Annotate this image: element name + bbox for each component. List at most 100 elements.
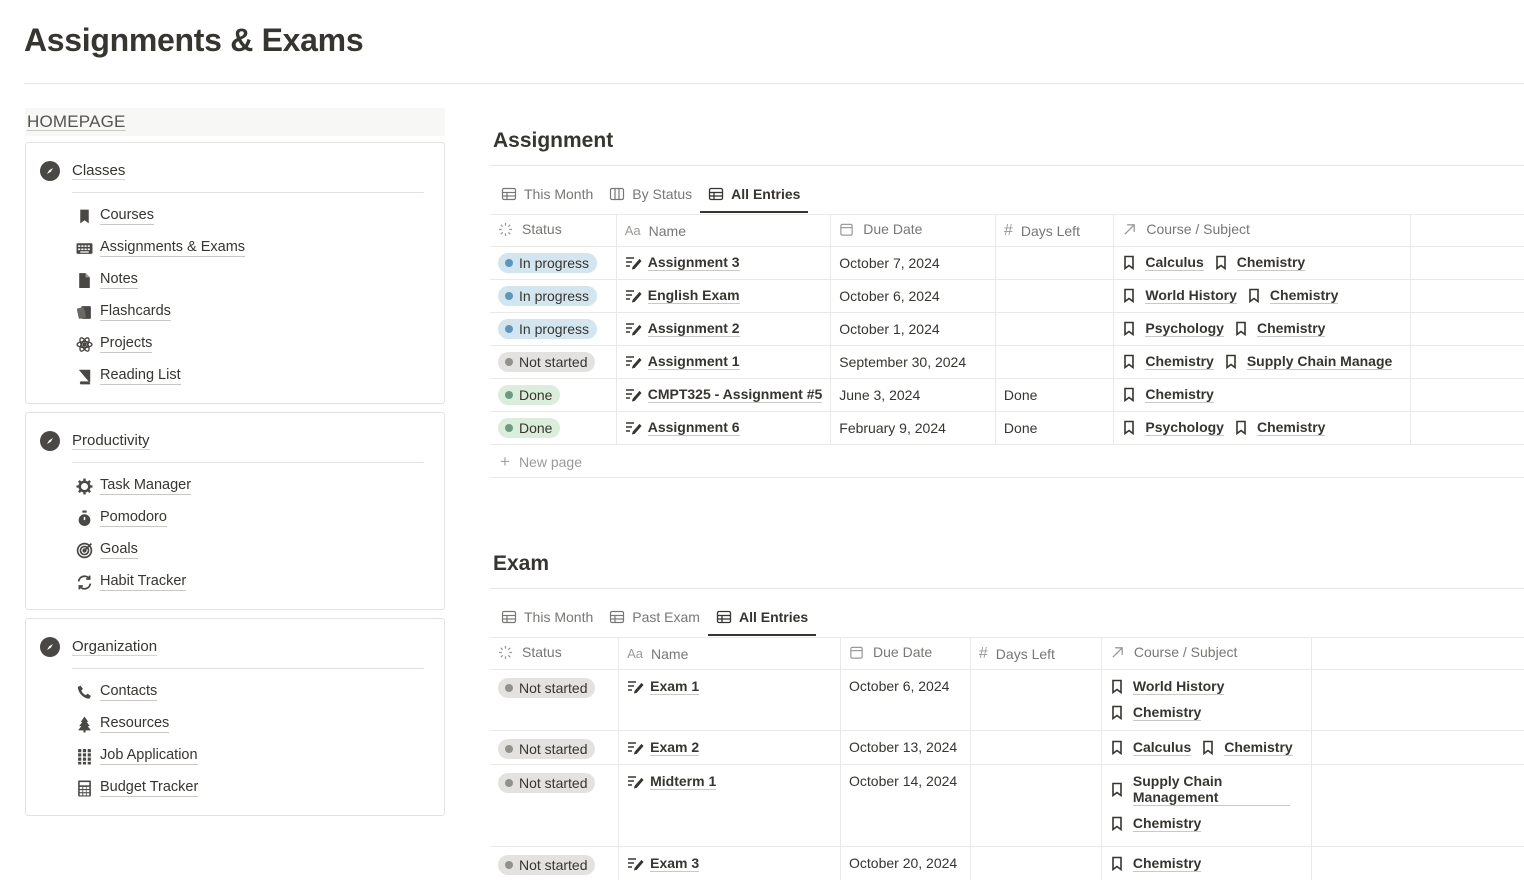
name-cell[interactable]: Exam 1 bbox=[618, 669, 842, 731]
column-header-name[interactable]: Aa Name bbox=[616, 214, 832, 247]
course-subject-cell[interactable]: Chemistry bbox=[1113, 378, 1412, 412]
name-cell[interactable]: English Exam bbox=[616, 279, 832, 313]
name-cell[interactable]: Exam 3 bbox=[618, 846, 842, 880]
page-name-link[interactable]: English Exam bbox=[647, 287, 740, 304]
days-left-cell[interactable]: Done bbox=[995, 378, 1115, 412]
status-cell[interactable]: In progress bbox=[490, 312, 617, 346]
name-cell[interactable]: Assignment 6 bbox=[616, 411, 832, 445]
days-left-cell[interactable] bbox=[970, 764, 1102, 847]
sidebar-item-habit-tracker[interactable]: Habit Tracker bbox=[74, 571, 187, 593]
page-name-link[interactable]: Assignment 6 bbox=[647, 419, 740, 436]
status-cell[interactable]: Not started bbox=[490, 345, 617, 379]
column-header-status[interactable]: Status bbox=[490, 214, 617, 247]
new-page-button[interactable]: + New page bbox=[500, 452, 582, 472]
column-header-course-subject[interactable]: Course / Subject bbox=[1101, 637, 1312, 670]
course-relation-link[interactable]: Chemistry bbox=[1201, 739, 1293, 756]
name-cell[interactable]: Assignment 2 bbox=[616, 312, 832, 346]
tab-this-month[interactable]: This Month bbox=[493, 176, 601, 212]
course-relation-link[interactable]: Calculus bbox=[1110, 739, 1192, 756]
status-cell[interactable]: Not started bbox=[490, 764, 620, 847]
status-cell[interactable]: Done bbox=[490, 411, 617, 445]
page-name-link[interactable]: Exam 2 bbox=[650, 739, 700, 756]
table-row[interactable]: Not started Exam 1 October 6, 2024 World Hi… bbox=[490, 669, 1524, 731]
course-relation-link[interactable]: Supply Chain Management bbox=[1110, 773, 1290, 806]
sidebar-item-pomodoro[interactable]: Pomodoro bbox=[74, 507, 167, 529]
course-subject-cell[interactable]: Calculus Chemistry bbox=[1113, 246, 1412, 280]
course-subject-cell[interactable]: Calculus Chemistry bbox=[1101, 730, 1312, 765]
due-date-cell[interactable]: September 30, 2024 bbox=[830, 345, 996, 379]
course-relation-link[interactable]: Chemistry bbox=[1247, 287, 1339, 304]
course-relation-link[interactable]: World History bbox=[1122, 287, 1237, 304]
sidebar-item-flashcards[interactable]: Flashcards bbox=[74, 301, 171, 323]
status-cell[interactable]: In progress bbox=[490, 279, 617, 313]
status-cell[interactable]: Not started bbox=[490, 846, 620, 880]
table-row[interactable]: Not started Assignment 1 September 30, 202… bbox=[490, 345, 1524, 379]
sidebar-item-courses[interactable]: Courses bbox=[74, 205, 154, 227]
table-row[interactable]: Done CMPT325 - Assignment #5 June 3, 2024 D… bbox=[490, 378, 1524, 412]
days-left-cell[interactable] bbox=[995, 312, 1115, 346]
days-left-cell[interactable] bbox=[970, 846, 1102, 880]
course-relation-link[interactable]: Supply Chain Manage bbox=[1224, 353, 1393, 370]
table-row[interactable]: Not started Exam 3 October 20, 2024 Chemist… bbox=[490, 846, 1524, 880]
sidebar-item-budget-tracker[interactable]: Budget Tracker bbox=[74, 777, 199, 799]
name-cell[interactable]: Midterm 1 bbox=[618, 764, 842, 847]
homepage-link[interactable]: HOMEPAGE bbox=[25, 108, 445, 136]
sidebar-item-task-manager[interactable]: Task Manager bbox=[74, 475, 192, 497]
column-header-due-date[interactable]: Due Date bbox=[830, 214, 996, 247]
due-date-cell[interactable]: June 3, 2024 bbox=[830, 378, 996, 412]
tab-by-status[interactable]: By Status bbox=[601, 176, 700, 212]
sidebar-item-projects[interactable]: Projects bbox=[74, 333, 153, 355]
course-subject-cell[interactable]: World History Chemistry bbox=[1101, 669, 1312, 731]
table-row[interactable]: Done Assignment 6 February 9, 2024 Done Psyc… bbox=[490, 411, 1524, 445]
days-left-cell[interactable] bbox=[995, 246, 1115, 280]
due-date-cell[interactable]: October 13, 2024 bbox=[840, 730, 971, 765]
column-header-name[interactable]: Aa Name bbox=[618, 637, 842, 670]
card-header[interactable]: Organization bbox=[40, 637, 158, 657]
name-cell[interactable]: Assignment 3 bbox=[616, 246, 832, 280]
course-relation-link[interactable]: Chemistry bbox=[1110, 815, 1290, 832]
course-relation-link[interactable]: Chemistry bbox=[1110, 855, 1290, 872]
due-date-cell[interactable]: October 7, 2024 bbox=[830, 246, 996, 280]
page-name-link[interactable]: Midterm 1 bbox=[650, 773, 717, 790]
days-left-cell[interactable] bbox=[995, 279, 1115, 313]
course-subject-cell[interactable]: World History Chemistry bbox=[1113, 279, 1412, 313]
page-name-link[interactable]: Assignment 1 bbox=[647, 353, 740, 370]
status-cell[interactable]: Not started bbox=[490, 669, 620, 731]
page-name-link[interactable]: Exam 1 bbox=[650, 678, 700, 695]
table-row[interactable]: In progress Assignment 3 October 7, 2024 Ca… bbox=[490, 246, 1524, 280]
due-date-cell[interactable]: October 1, 2024 bbox=[830, 312, 996, 346]
due-date-cell[interactable]: October 6, 2024 bbox=[830, 279, 996, 313]
column-header-course-subject[interactable]: Course / Subject bbox=[1113, 214, 1412, 247]
card-header[interactable]: Classes bbox=[40, 161, 126, 181]
course-relation-link[interactable]: Chemistry bbox=[1214, 254, 1306, 271]
course-relation-link[interactable]: Psychology bbox=[1122, 320, 1224, 337]
table-row[interactable]: Not started Midterm 1 October 14, 2024 Supp… bbox=[490, 764, 1524, 847]
page-name-link[interactable]: Exam 3 bbox=[650, 855, 700, 872]
course-subject-cell[interactable]: Chemistry bbox=[1101, 846, 1312, 880]
name-cell[interactable]: Exam 2 bbox=[618, 730, 842, 765]
column-header-due-date[interactable]: Due Date bbox=[840, 637, 971, 670]
page-name-link[interactable]: Assignment 2 bbox=[647, 320, 740, 337]
sidebar-item-notes[interactable]: Notes bbox=[74, 269, 138, 291]
days-left-cell[interactable]: Done bbox=[995, 411, 1115, 445]
course-subject-cell[interactable]: Psychology Chemistry bbox=[1113, 312, 1412, 346]
due-date-cell[interactable]: February 9, 2024 bbox=[830, 411, 996, 445]
tab-all-entries[interactable]: All Entries bbox=[700, 176, 809, 213]
status-cell[interactable]: Done bbox=[490, 378, 617, 412]
course-relation-link[interactable]: Chemistry bbox=[1234, 419, 1326, 436]
page-name-link[interactable]: CMPT325 - Assignment #5 bbox=[647, 386, 823, 403]
days-left-cell[interactable] bbox=[970, 669, 1102, 731]
course-subject-cell[interactable]: Chemistry Supply Chain Manage bbox=[1113, 345, 1412, 379]
sidebar-item-contacts[interactable]: Contacts bbox=[74, 681, 158, 703]
course-relation-link[interactable]: World History bbox=[1110, 678, 1290, 695]
table-row[interactable]: In progress Assignment 2 October 1, 2024 Ps… bbox=[490, 312, 1524, 346]
course-relation-link[interactable]: Chemistry bbox=[1122, 386, 1214, 403]
sidebar-item-assignments-exams[interactable]: Assignments & Exams bbox=[74, 237, 246, 259]
course-subject-cell[interactable]: Supply Chain Management Chemistry bbox=[1101, 764, 1312, 847]
due-date-cell[interactable]: October 14, 2024 bbox=[840, 764, 971, 847]
course-relation-link[interactable]: Chemistry bbox=[1110, 704, 1290, 721]
tab-past-exam[interactable]: Past Exam bbox=[601, 599, 708, 635]
due-date-cell[interactable]: October 6, 2024 bbox=[840, 669, 971, 731]
due-date-cell[interactable]: October 20, 2024 bbox=[840, 846, 971, 880]
table-row[interactable]: Not started Exam 2 October 13, 2024 Calculu… bbox=[490, 730, 1524, 765]
